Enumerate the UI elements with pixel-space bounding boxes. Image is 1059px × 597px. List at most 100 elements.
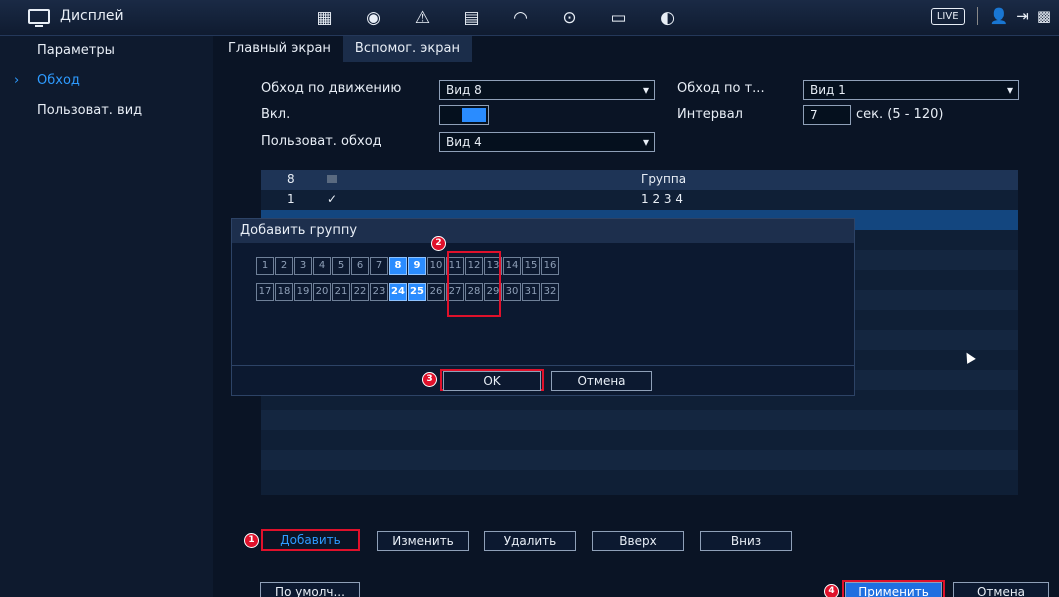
interval-value: 7: [810, 108, 818, 122]
header-num: 8: [287, 172, 295, 186]
table-header: 8 Группа: [261, 170, 1018, 190]
alarm-tour-select[interactable]: Вид 1: [803, 80, 1019, 100]
user-icon[interactable]: 👤: [990, 7, 1009, 25]
custom-tour-label: Пользоват. обход: [261, 134, 382, 149]
dialog-divider: [232, 365, 854, 366]
default-button[interactable]: По умолч...: [260, 582, 360, 597]
header-group: Группа: [641, 172, 687, 186]
channel-cell-21[interactable]: 21: [332, 283, 350, 301]
channel-cell-22[interactable]: 22: [351, 283, 369, 301]
backup-icon[interactable]: ⊙: [545, 7, 594, 29]
header-right: LIVE 👤 ⇥ ▩: [930, 7, 1051, 25]
channel-cell-20[interactable]: 20: [313, 283, 331, 301]
up-button[interactable]: Вверх: [592, 531, 684, 551]
channel-cell-15[interactable]: 15: [522, 257, 540, 275]
motion-tour-label: Обход по движению: [261, 81, 402, 96]
table-row[interactable]: [261, 470, 1018, 490]
alarm-icon[interactable]: ⚠: [398, 7, 447, 29]
camera-icon[interactable]: ▦: [300, 7, 349, 29]
channel-cell-32[interactable]: 32: [541, 283, 559, 301]
channel-cell-23[interactable]: 23: [370, 283, 388, 301]
step-marker-3: 3: [422, 372, 437, 387]
sidebar-item-label: Пользоват. вид: [37, 103, 143, 118]
channel-cell-10[interactable]: 10: [427, 257, 445, 275]
edit-button[interactable]: Изменить: [377, 531, 469, 551]
select-all-checkbox[interactable]: [327, 175, 337, 183]
tab-aux-screen[interactable]: Вспомог. экран: [342, 36, 473, 62]
sidebar-item-label: Обход: [37, 73, 80, 88]
qr-icon[interactable]: ▩: [1037, 7, 1051, 25]
display-icon: [28, 8, 50, 27]
table-row[interactable]: [261, 430, 1018, 450]
channel-cell-18[interactable]: 18: [275, 283, 293, 301]
alarm-tour-value: Вид 1: [810, 83, 846, 97]
channel-cell-5[interactable]: 5: [332, 257, 350, 275]
channel-cell-25[interactable]: 25: [408, 283, 426, 301]
interval-unit: сек. (5 - 120): [856, 107, 944, 122]
channel-cell-4[interactable]: 4: [313, 257, 331, 275]
channel-cell-31[interactable]: 31: [522, 283, 540, 301]
channel-cell-17[interactable]: 17: [256, 283, 274, 301]
channel-cell-14[interactable]: 14: [503, 257, 521, 275]
dialog-ok-button[interactable]: OK: [443, 371, 541, 391]
dialog-cancel-button[interactable]: Отмена: [551, 371, 652, 391]
header-title: Дисплей: [60, 8, 124, 24]
live-button[interactable]: LIVE: [930, 7, 965, 25]
delete-button[interactable]: Удалить: [484, 531, 576, 551]
channel-cell-24[interactable]: 24: [389, 283, 407, 301]
add-button[interactable]: Добавить: [264, 531, 357, 551]
table-row[interactable]: [261, 450, 1018, 470]
tab-main-screen[interactable]: Главный экран: [216, 36, 343, 62]
table-row[interactable]: [261, 410, 1018, 430]
channel-cell-3[interactable]: 3: [294, 257, 312, 275]
channel-cell-26[interactable]: 26: [427, 283, 445, 301]
motion-tour-value: Вид 8: [446, 83, 482, 97]
sidebar-item-custom-view[interactable]: Пользоват. вид: [0, 96, 213, 126]
channel-cell-2[interactable]: 2: [275, 257, 293, 275]
step-marker-2: 2: [431, 236, 446, 251]
sidebar-item-params[interactable]: Параметры: [0, 36, 213, 66]
step-marker-1: 1: [244, 533, 259, 548]
down-button[interactable]: Вниз: [700, 531, 792, 551]
row-num: 1: [287, 192, 295, 206]
enable-toggle[interactable]: [439, 105, 489, 125]
top-bar: Дисплей ▦ ◉ ⚠ ▤ ◠ ⊙ ▭ ◐ LIVE 👤 ⇥ ▩: [0, 0, 1059, 36]
channel-cell-16[interactable]: 16: [541, 257, 559, 275]
step-marker-4: 4: [824, 584, 839, 597]
logout-icon[interactable]: ⇥: [1016, 7, 1029, 25]
channel-cell-19[interactable]: 19: [294, 283, 312, 301]
channel-cell-8[interactable]: 8: [389, 257, 407, 275]
sidebar-item-label: Параметры: [37, 43, 115, 58]
channel-cell-9[interactable]: 9: [408, 257, 426, 275]
interval-label: Интервал: [677, 107, 743, 122]
toggle-knob: [462, 108, 486, 122]
header-title-group: Дисплей: [28, 8, 124, 27]
channel-cell-7[interactable]: 7: [370, 257, 388, 275]
row-group: 1 2 3 4: [641, 192, 683, 206]
table-row[interactable]: 1 ✓ 1 2 3 4: [261, 190, 1018, 210]
channel-cell-1[interactable]: 1: [256, 257, 274, 275]
tab-bar: Главный экран Вспомог. экран: [216, 36, 473, 62]
system-icon[interactable]: ◠: [496, 7, 545, 29]
add-group-dialog: Добавить группу 1 2 3 4 5 6 7 8 9 10 11 12 13 14 15 16 …: [231, 218, 855, 396]
alarm-tour-label: Обход по т...: [677, 81, 765, 96]
audio-icon[interactable]: ◐: [643, 7, 692, 29]
sidebar-item-tour[interactable]: Обход: [0, 66, 213, 96]
toolbar-icons: ▦ ◉ ⚠ ▤ ◠ ⊙ ▭ ◐: [300, 7, 692, 29]
dialog-title: Добавить группу: [232, 219, 854, 243]
divider: [976, 7, 978, 25]
row-checkbox[interactable]: ✓: [327, 192, 337, 206]
channel-row-1: 1 2 3 4 5 6 7 8 9 10 11 12 13 14 15 16: [256, 257, 560, 275]
apply-button[interactable]: Применить: [845, 582, 942, 597]
display-settings-icon[interactable]: ▭: [594, 7, 643, 29]
channel-cell-30[interactable]: 30: [503, 283, 521, 301]
channel-row-2: 17 18 19 20 21 22 23 24 25 26 27 28 29 30 31 32: [256, 283, 560, 301]
network-icon[interactable]: ◉: [349, 7, 398, 29]
channel-cell-6[interactable]: 6: [351, 257, 369, 275]
cancel-button[interactable]: Отмена: [953, 582, 1049, 597]
motion-tour-select[interactable]: Вид 8: [439, 80, 655, 100]
interval-input[interactable]: 7: [803, 105, 851, 125]
enable-label: Вкл.: [261, 107, 291, 122]
custom-tour-select[interactable]: Вид 4: [439, 132, 655, 152]
storage-icon[interactable]: ▤: [447, 7, 496, 29]
